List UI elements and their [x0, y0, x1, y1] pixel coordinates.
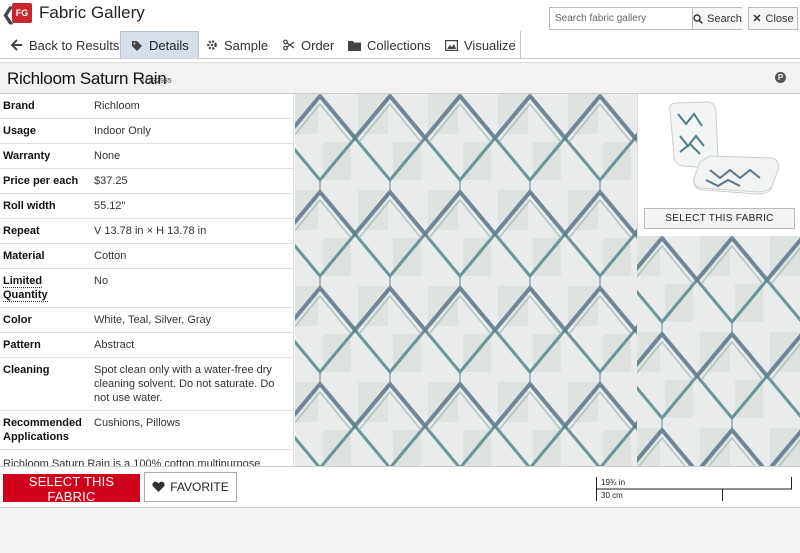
tab-collections[interactable]: Collections: [339, 31, 440, 59]
ruler-lines: [596, 477, 792, 501]
arrow-left-icon: [10, 39, 23, 52]
chair-cushion-image: [669, 101, 779, 195]
close-button-label: Close: [765, 12, 794, 25]
spec-value: No: [94, 275, 109, 287]
search-input[interactable]: [550, 8, 692, 29]
spec-value: White, Teal, Silver, Gray: [94, 314, 212, 326]
search-button-label: Search: [707, 12, 742, 25]
spec-value: Richloom: [94, 100, 140, 112]
spec-label: Pattern: [3, 339, 41, 351]
spec-label: Cleaning: [3, 364, 50, 376]
spec-table: Brand Richloom Usage Indoor Only Warrant…: [0, 94, 294, 466]
spec-row-limited-quantity: Limited Quantity No: [0, 269, 293, 308]
fabric-swatch-image[interactable]: [295, 94, 637, 466]
close-icon: ✕: [752, 13, 762, 25]
fabric-pattern: [295, 94, 637, 466]
spec-value: $37.25: [94, 175, 128, 187]
empty-bottom-area: [0, 508, 800, 553]
spec-value: None: [94, 150, 121, 162]
spec-label: Repeat: [3, 225, 40, 237]
product-sku: 11232985: [141, 78, 172, 85]
spec-value: 55.12": [94, 200, 126, 212]
spec-label: Material: [3, 250, 45, 262]
spec-value: Spot clean only with a water-free dry cl…: [94, 364, 275, 404]
scissors-icon: [282, 39, 295, 52]
search-box: Search: [549, 7, 742, 30]
spec-label-tooltip[interactable]: Limited Quantity: [0, 269, 90, 307]
spec-label: Roll width: [3, 200, 56, 212]
folder-icon: [348, 39, 361, 52]
tab-sample[interactable]: Sample: [196, 31, 277, 59]
favorite-button[interactable]: FAVORITE: [144, 472, 237, 502]
heart-icon: [152, 481, 165, 492]
spec-value: Indoor Only: [94, 125, 151, 137]
spec-value: Cotton: [94, 250, 127, 262]
tab-label: Visualize: [464, 37, 516, 53]
spec-value: Cushions, Pillows: [94, 417, 181, 429]
spec-label: Usage: [3, 125, 37, 137]
spec-row-repeat: Repeat V 13.78 in × H 13.78 in: [0, 219, 293, 244]
spec-row-material: Material Cotton: [0, 244, 293, 269]
ruler-imperial-label: 19¾ in: [601, 478, 626, 487]
tab-back-to-results[interactable]: Back to Results: [1, 31, 128, 59]
pinterest-icon[interactable]: P: [775, 72, 786, 83]
tab-label: Collections: [367, 37, 431, 53]
spec-row-roll-width: Roll width 55.12": [0, 194, 293, 219]
app-header: ❮ FG Fabric Gallery Search ✕ Close: [0, 0, 800, 31]
scale-ruler: 19¾ in 30 cm: [596, 477, 794, 501]
fabric-swatch-image-right[interactable]: [637, 236, 800, 466]
spec-value: V 13.78 in × H 13.78 in: [94, 225, 207, 237]
close-button[interactable]: ✕ Close: [748, 7, 798, 30]
spec-row-color: Color White, Teal, Silver, Gray: [0, 308, 293, 333]
fabric-pattern: [637, 236, 800, 466]
spec-row-price: Price per each $37.25: [0, 169, 293, 194]
spec-label: Limited Quantity: [3, 275, 48, 302]
tab-visualize[interactable]: Visualize: [436, 31, 525, 59]
spec-row-brand: Brand Richloom: [0, 94, 293, 119]
search-button[interactable]: Search: [692, 8, 742, 29]
ruler-metric-label: 30 cm: [601, 491, 623, 500]
spec-value: Abstract: [94, 339, 135, 351]
product-description: Richloom Saturn Rain is a 100% cotton mu…: [3, 458, 261, 466]
app-title: Fabric Gallery: [39, 3, 145, 22]
tab-label: Details: [149, 38, 189, 53]
spec-row-pattern: Pattern Abstract: [0, 333, 293, 358]
tab-details[interactable]: Details: [120, 31, 199, 59]
spec-row-applications: Recommended Applications Cushions, Pillo…: [0, 411, 293, 450]
spec-row-cleaning: Cleaning Spot clean only with a water-fr…: [0, 358, 293, 411]
search-icon: [693, 13, 703, 24]
spec-label: Price per each: [3, 175, 79, 187]
spec-label: Color: [3, 314, 32, 326]
footer-actions: SELECT THIS FABRIC FAVORITE 19¾ in 30 cm: [0, 466, 800, 508]
spec-row-warranty: Warranty None: [0, 144, 293, 169]
spec-row-usage: Usage Indoor Only: [0, 119, 293, 144]
select-fabric-small-button[interactable]: SELECT THIS FABRIC: [644, 208, 795, 229]
select-fabric-button[interactable]: SELECT THIS FABRIC: [3, 474, 140, 504]
gear-icon: [205, 39, 218, 52]
tab-bar: Back to Results Details Sample Order Col…: [0, 31, 800, 59]
tab-divider: [520, 31, 521, 59]
chair-preview-panel: SELECT THIS FABRIC: [637, 94, 800, 236]
tab-label: Back to Results: [29, 37, 120, 53]
spec-label: Recommended Applications: [3, 417, 82, 443]
image-icon: [445, 39, 458, 52]
favorite-label: FAVORITE: [170, 480, 229, 494]
tab-order[interactable]: Order: [273, 31, 343, 59]
tag-icon: [130, 39, 143, 52]
tab-label: Sample: [224, 37, 269, 53]
spec-label: Warranty: [3, 150, 51, 162]
product-title-bar: Richloom Saturn Rain 11232985 P: [0, 62, 800, 94]
spec-label: Brand: [3, 100, 35, 112]
app-logo: FG: [12, 3, 32, 23]
tab-label: Order: [301, 37, 335, 53]
